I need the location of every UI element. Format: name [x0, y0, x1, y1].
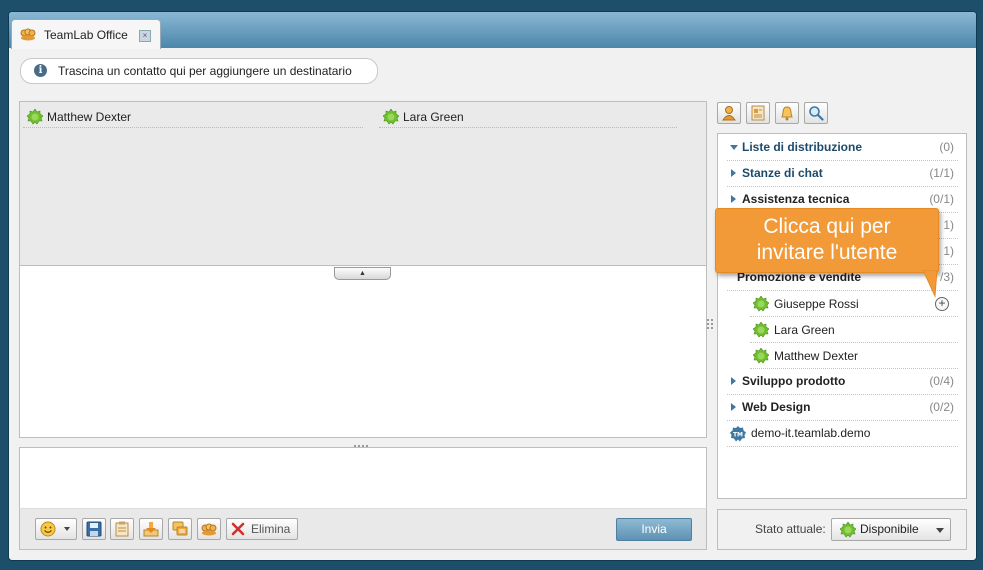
online-status-icon	[752, 321, 770, 341]
chat-window: TeamLab Office × i Trascina un contatto …	[8, 11, 977, 561]
server-item[interactable]: TM demo-it.teamlab.demo	[727, 421, 958, 447]
group-count: 1)	[943, 218, 954, 232]
title-bar: TeamLab Office ×	[9, 12, 976, 49]
group-count: (0/2)	[929, 400, 954, 414]
user-button[interactable]	[717, 102, 741, 124]
tab-teamlab-office[interactable]: TeamLab Office ×	[11, 19, 161, 49]
tab-close-icon[interactable]: ×	[139, 30, 151, 42]
group-distribution-lists[interactable]: Liste di distribuzione (0)	[727, 135, 958, 161]
import-button[interactable]	[139, 518, 163, 540]
online-status-icon	[752, 347, 770, 367]
group-name: Stanze di chat	[742, 166, 823, 180]
tab-title: TeamLab Office	[44, 28, 128, 42]
group-count: (0/4)	[929, 374, 954, 388]
group-count: (0/1)	[929, 192, 954, 206]
teamlab-logo-icon	[20, 27, 36, 41]
group-web-design[interactable]: Web Design (0/2)	[727, 395, 958, 421]
collapse-recipients-button[interactable]: ▲	[334, 267, 391, 280]
history-button[interactable]	[168, 518, 192, 540]
contact-item[interactable]: Lara Green	[750, 317, 958, 343]
invite-tooltip: Clicca qui per invitare l'utente	[715, 208, 939, 273]
collapsed-arrow-icon	[731, 377, 736, 385]
tooltip-line-1: Clicca qui per	[763, 215, 891, 238]
emoticon-button[interactable]	[35, 518, 77, 540]
invite-plus-icon[interactable]: +	[935, 297, 949, 311]
status-value: Disponibile	[860, 522, 919, 536]
status-panel: Stato attuale: Disponibile	[717, 509, 967, 550]
server-name: demo-it.teamlab.demo	[751, 426, 871, 440]
contact-list: Liste di distribuzione (0) Stanze di cha…	[717, 133, 967, 499]
vertical-splitter-handle[interactable]	[707, 318, 713, 332]
status-dropdown[interactable]: Disponibile	[831, 518, 951, 541]
info-text: Trascina un contatto qui per aggiungere …	[58, 64, 352, 78]
info-icon: i	[34, 64, 47, 77]
group-count: (1/1)	[929, 166, 954, 180]
contact-name: Lara Green	[774, 323, 835, 337]
expanded-arrow-icon	[730, 145, 738, 150]
recipient-name: Lara Green	[403, 110, 464, 124]
contact-name: Giuseppe Rossi	[774, 297, 859, 311]
recipient-name: Matthew Dexter	[47, 110, 132, 124]
info-bar: i Trascina un contatto qui per aggiunger…	[20, 58, 378, 84]
group-count: 1)	[943, 244, 954, 258]
online-status-icon	[839, 521, 857, 541]
tooltip-pointer	[922, 270, 938, 298]
alert-button[interactable]	[775, 102, 799, 124]
chevron-down-icon	[936, 528, 944, 533]
notes-button[interactable]	[746, 102, 770, 124]
delete-label: Elimina	[251, 522, 291, 536]
message-log[interactable]	[19, 265, 707, 438]
search-button[interactable]	[804, 102, 828, 124]
collapsed-arrow-icon	[731, 169, 736, 177]
group-chat-rooms[interactable]: Stanze di chat (1/1)	[727, 161, 958, 187]
recipient-chip[interactable]: Lara Green	[379, 107, 677, 128]
online-status-icon	[752, 295, 770, 315]
group-name: Sviluppo prodotto	[742, 374, 846, 388]
group-count: /3)	[939, 270, 954, 284]
collapsed-arrow-icon	[731, 195, 736, 203]
group-product-development[interactable]: Sviluppo prodotto (0/4)	[727, 369, 958, 395]
teamlab-button[interactable]	[197, 518, 221, 540]
contact-item[interactable]: Matthew Dexter	[750, 343, 958, 369]
clipboard-button[interactable]	[110, 518, 134, 540]
save-button[interactable]	[82, 518, 106, 540]
online-status-icon	[26, 108, 44, 128]
svg-text:TM: TM	[733, 432, 743, 439]
tooltip-line-2: invitare l'utente	[756, 241, 898, 264]
online-status-icon	[382, 108, 400, 128]
group-name: Web Design	[742, 400, 811, 414]
group-count: (0)	[939, 140, 954, 154]
recipient-chip[interactable]: Matthew Dexter	[23, 107, 363, 128]
message-toolbar: Elimina Invia	[19, 508, 707, 550]
collapsed-arrow-icon	[731, 403, 736, 411]
send-button[interactable]: Invia	[616, 518, 692, 541]
contact-name: Matthew Dexter	[774, 349, 859, 363]
teamlab-server-icon: TM	[730, 426, 746, 445]
delete-button[interactable]: Elimina	[226, 518, 298, 540]
group-name: Liste di distribuzione	[742, 140, 863, 154]
status-label: Stato attuale:	[755, 522, 826, 536]
message-input[interactable]	[19, 447, 707, 510]
group-name: Assistenza tecnica	[742, 192, 850, 206]
recipients-area[interactable]: Matthew Dexter Lara Green	[19, 101, 707, 266]
horizontal-splitter-handle[interactable]	[353, 440, 371, 451]
